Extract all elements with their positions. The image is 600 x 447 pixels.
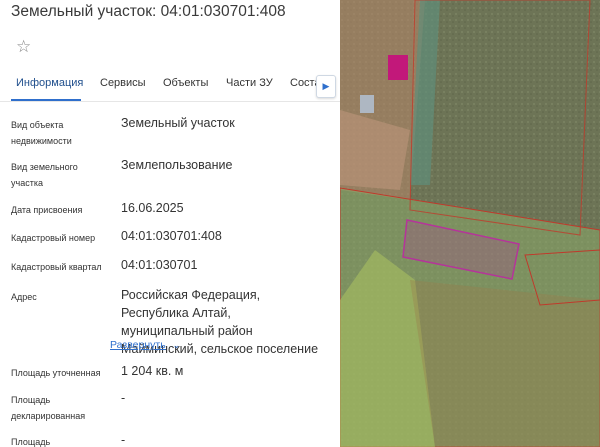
chevron-right-icon: ▶	[322, 81, 330, 91]
field-label: Площадь уточненная	[11, 368, 101, 378]
field-label: Кадастровый квартал	[11, 262, 102, 272]
favorite-button[interactable]: ☆	[16, 38, 34, 56]
field-label: Вид земельного участка	[11, 162, 78, 188]
building-roof	[388, 55, 408, 80]
field-value: Землепользование	[121, 158, 233, 172]
expand-link-label: Развернуть	[110, 339, 166, 351]
page-title: Земельный участок: 04:01:030701:408	[11, 3, 286, 20]
field-value: -	[121, 433, 126, 447]
building-roof	[360, 95, 374, 113]
field-label: Адрес	[11, 292, 37, 302]
field-value: Земельный участок	[121, 116, 235, 130]
field-value: 04:01:030701:408	[121, 229, 222, 243]
field-label: Площадь декларированная	[11, 395, 86, 421]
map-view[interactable]	[340, 0, 600, 447]
tab-services[interactable]: Сервисы	[100, 77, 146, 89]
zone-brown-area	[410, 280, 600, 447]
tab-information[interactable]: Информация	[16, 77, 83, 89]
field-value: 04:01:030701	[121, 258, 198, 272]
field-label: Дата присвоения	[11, 205, 83, 215]
field-value: 1 204 кв. м	[121, 364, 184, 378]
field-label: Кадастровый номер	[11, 233, 96, 243]
star-outline-icon: ☆	[16, 37, 32, 56]
tab-parts[interactable]: Части ЗУ	[226, 77, 273, 89]
map-canvas	[340, 0, 600, 447]
address-expand-link[interactable]: Развернуть ⌄	[110, 339, 180, 351]
active-tab-indicator	[11, 99, 81, 101]
field-label: Вид объекта недвижимости	[11, 120, 72, 146]
tab-bar: Информация Сервисы Объекты Части ЗУ Сост…	[0, 70, 340, 102]
field-value: -	[121, 391, 126, 405]
field-value: 16.06.2025	[121, 201, 184, 215]
tab-objects[interactable]: Объекты	[163, 77, 208, 89]
tabs-scroll-button[interactable]: ▶	[316, 75, 336, 98]
info-panel: Земельный участок: 04:01:030701:408 ☆ Ин…	[0, 0, 340, 447]
chevron-down-icon: ⌄	[172, 340, 181, 350]
field-label: Площадь	[11, 437, 51, 447]
